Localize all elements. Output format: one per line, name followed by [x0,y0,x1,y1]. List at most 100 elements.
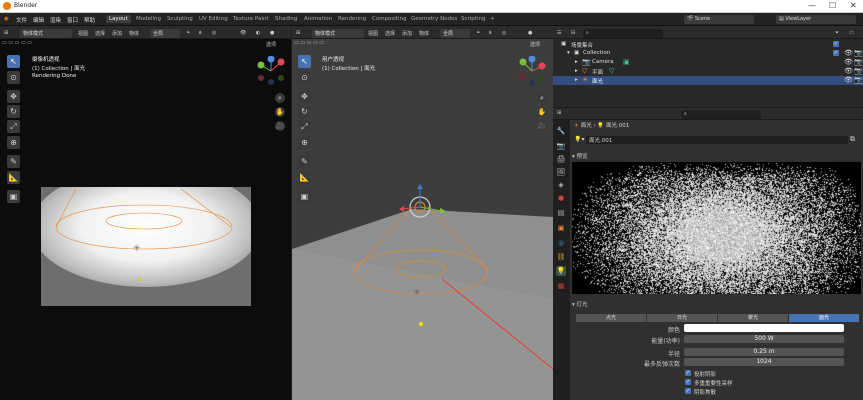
outliner-scene-collection[interactable]: ▣ 场景集合 ✓ [553,40,863,49]
zoom-icon-2[interactable]: ⌕ [537,93,547,103]
select-tool-icon-2[interactable]: ↖ [298,55,311,68]
editor-type-icon[interactable]: ⊞ [4,30,8,36]
collection-checkbox[interactable]: ✓ [833,50,839,56]
add-workspace-button[interactable]: + [487,15,498,23]
properties-search-input[interactable]: ⌕ [681,110,761,119]
expand-arrow-icon[interactable]: ▸ [575,77,578,83]
menu-add-2[interactable]: 添加 [402,30,412,37]
snap-icon-2[interactable]: ⋔ [488,30,492,36]
visibility-eye-icon[interactable]: 👁 [844,58,853,66]
editor-type-icon-2[interactable]: ⊞ [296,30,300,36]
pan-hand-icon-2[interactable]: ✋ [537,107,547,117]
power-field[interactable]: 500 W [684,335,844,343]
menu-render[interactable]: 渲染 [50,16,61,24]
outliner-row[interactable]: ▸ 📷 Camera ▣ 👁 📷 [553,58,863,67]
radius-field[interactable]: 0.25 m [684,348,844,356]
tab-layout[interactable]: Layout [106,15,131,23]
render-camera-icon[interactable]: 📷 [854,76,863,84]
tab-geometry-nodes[interactable]: Geometry Nodes [408,15,460,23]
tab-uv-editing[interactable]: UV Editing [196,15,231,23]
constraints-tab-icon[interactable]: ⛓ [556,252,566,262]
move-tool-icon[interactable]: ✥ [7,90,20,103]
pan-hand-icon[interactable]: ✋ [275,107,285,117]
scene-collection-checkbox[interactable]: ✓ [833,41,839,47]
render-camera-icon[interactable]: 📷 [854,49,863,57]
light-panel-header[interactable]: ▾ 灯光 [572,300,588,308]
right-viewport[interactable]: ▭ ▭ ▭ ▭ ▭ 选项 ✳ [292,39,553,400]
camera-view-icon[interactable]: 🎥 [275,121,285,131]
shadow-caustics-checkbox[interactable]: ✓ [685,388,691,394]
render-camera-icon[interactable]: 📷 [854,58,863,66]
transform-orientation-2[interactable]: 全局 [440,29,470,38]
annotate-tool-icon[interactable]: ✎ [7,155,20,168]
menu-object[interactable]: 物体 [129,30,139,37]
world-tab-icon[interactable]: ● [556,193,566,203]
collection-tab-icon[interactable]: ▤ [556,208,566,218]
camera-view-icon-2[interactable]: 🎥 [537,121,547,131]
selection-mode-icons[interactable]: ▭ ▭ ▭ ▭ ▭ [2,40,32,46]
transform-orientation[interactable]: 全局 [150,29,180,38]
max-bounces-field[interactable]: 1024 [684,358,844,366]
expand-arrow-icon[interactable]: ▸ [575,68,578,74]
shading-icon[interactable]: ● [270,30,274,36]
output-tab-icon[interactable]: 🖨 [556,154,566,164]
outliner-editor-icon[interactable]: ☰ [557,30,561,36]
outliner-row[interactable]: ▾ ▣ Collection ✓ 👁 📷 [553,49,863,58]
light-type-point[interactable]: 点光 [576,314,646,322]
transform-tool-icon-2[interactable]: ⊕ [298,136,311,149]
preview-panel-header[interactable]: ▾ 预览 [572,152,588,160]
annotate-tool-icon-2[interactable]: ✎ [298,155,311,168]
properties-editor-icon[interactable]: ⊞ [557,110,561,116]
snap-icon[interactable]: ⋔ [198,30,202,36]
render-tab-icon[interactable]: 📷 [556,141,566,151]
object-tab-icon[interactable]: ▣ [556,223,566,233]
scale-tool-icon-2[interactable]: ⤢ [298,120,311,133]
add-cube-tool-icon[interactable]: ▣ [7,190,20,203]
cursor-tool-icon-2[interactable]: ⊙ [298,71,311,84]
maximize-button[interactable]: ☐ [829,1,836,10]
pivot-icon-2[interactable]: ⚭ [476,30,480,36]
tab-scripting[interactable]: Scripting [458,15,488,23]
visibility-eye-icon[interactable]: 👁 [844,76,853,84]
options-dropdown[interactable]: 选项 [266,41,276,48]
measure-tool-icon[interactable]: 📐 [7,171,20,184]
zoom-icon[interactable]: ⌕ [275,93,285,103]
new-collection-icon[interactable]: ▭ [849,30,854,36]
tab-rendering[interactable]: Rendering [335,15,369,23]
rotate-tool-icon[interactable]: ↻ [7,105,20,118]
view-object-types-icon[interactable]: 👁 [240,30,246,36]
select-tool-icon[interactable]: ↖ [7,55,20,68]
filter-icon[interactable]: ⏷ [835,30,839,36]
color-swatch[interactable] [684,324,844,332]
mode-selector[interactable]: 物体模式 [20,29,72,38]
menu-select[interactable]: 选择 [95,30,105,37]
tab-texture-paint[interactable]: Texture Paint [230,15,272,23]
add-cube-tool-icon-2[interactable]: ▣ [298,190,311,203]
minimize-button[interactable]: — [808,1,816,10]
light-type-sun[interactable]: 日光 [647,314,717,322]
mis-checkbox[interactable]: ✓ [685,379,691,385]
overlays-icon[interactable]: ◐ [256,30,260,36]
move-tool-icon-2[interactable]: ✥ [298,90,311,103]
blender-menu-icon[interactable]: ◉ [4,16,9,22]
menu-help[interactable]: 帮助 [84,16,95,24]
scene-tab-icon[interactable]: ◈ [556,180,566,190]
display-mode-icon[interactable]: ⊟ [571,30,575,36]
scene-selector[interactable]: 🎬 Scene [684,15,754,24]
light-data-tab-icon[interactable]: 💡 [556,266,566,276]
view-layer-tab-icon[interactable]: 🖼 [556,167,566,177]
menu-file[interactable]: 文件 [16,16,27,24]
render-camera-icon[interactable]: 📷 [854,67,863,75]
datablock-delete-icon[interactable]: ⧉ [850,135,855,144]
light-type-spot[interactable]: 聚光 [718,314,788,322]
rotate-tool-icon-2[interactable]: ↻ [298,105,311,118]
cursor-tool-icon[interactable]: ⊙ [7,71,20,84]
menu-view-2[interactable]: 视图 [368,30,378,37]
tab-shading[interactable]: Shading [272,15,300,23]
proportional-edit-icon-2[interactable]: ◎ [502,30,506,36]
outliner-row[interactable]: ▸ ▽ 平面 ▽ 👁 📷 [553,67,863,76]
tab-modeling[interactable]: Modeling [133,15,164,23]
menu-object-2[interactable]: 物体 [419,30,429,37]
view-layer-selector[interactable]: ▤ ViewLayer [776,15,856,24]
expand-arrow-icon[interactable]: ▾ [567,50,570,56]
